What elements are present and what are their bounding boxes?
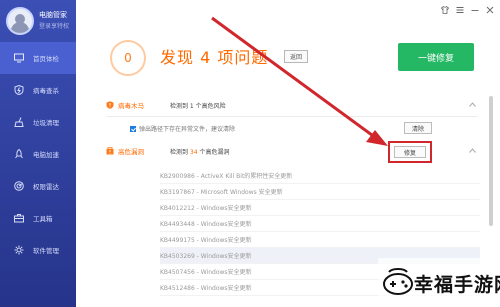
broom-icon [14,117,24,127]
virus-item-checkbox[interactable] [130,125,136,132]
shield-lightning-icon [14,85,24,95]
chevron-up-icon[interactable] [469,102,476,107]
patch-section-desc: 检测到 34 个高危漏洞 [170,147,229,156]
rocket-icon [14,149,24,159]
sidebar-item-checkup[interactable]: 首页体检 [0,42,76,74]
back-button[interactable]: 返回 [284,50,308,63]
gear-icon [14,245,24,255]
divider [106,116,478,117]
gamepad-logo-icon [383,268,413,295]
list-item[interactable]: KB4012212 - Windows安全更新 [160,200,480,216]
scrollbar[interactable] [489,96,493,226]
watermark: 幸福手游网 [378,258,500,307]
clear-button[interactable]: 清除 [404,122,432,134]
sidebar-item-label: 病毒查杀 [33,87,59,95]
list-item[interactable]: KB4493448 - Windows安全更新 [160,216,480,232]
virus-section-desc: 检测到 1 个高危风险 [170,102,226,110]
patch-count: 34 [189,148,198,156]
sidebar-item-label: 权限雷达 [33,183,59,191]
app-window: 电脑管家 登录享特权 首页体检 病毒查杀 垃圾清理 电脑加速 权限雷达 工具箱 … [0,0,500,307]
virus-section-header[interactable]: 病毒木马 检测到 1 个高危风险 [106,97,478,117]
toolbox-icon [14,213,24,223]
sidebar-item-label: 工具箱 [33,215,53,223]
sidebar-item-label: 软件管理 [33,247,59,255]
list-item[interactable]: KB4499175 - Windows安全更新 [160,232,480,248]
avatar[interactable] [6,7,34,35]
score-circle: 0 [110,40,146,76]
list-item[interactable]: KB2900986 - ActiveX Kill Bit的累积性安全更新 [160,168,480,184]
fix-all-button[interactable]: 一键修复 [398,43,474,71]
page-title: 发现 4 项问题 [160,48,269,67]
patch-section-title: 高危漏洞 [118,148,144,156]
virus-item[interactable]: 弹出路径下存在异常文件，建议清除 [130,124,235,133]
sidebar-item-permission-radar[interactable]: 权限雷达 [0,170,76,202]
watermark-text: 幸福手游网 [414,274,500,296]
repair-button[interactable]: 修复 [394,146,426,158]
patch-desc-prefix: 检测到 [170,148,190,156]
radar-icon [14,181,24,191]
user-panel[interactable]: 电脑管家 登录享特权 [6,7,72,37]
sidebar: 电脑管家 登录享特权 首页体检 病毒查杀 垃圾清理 电脑加速 权限雷达 工具箱 … [0,0,76,307]
sidebar-item-label: 垃圾清理 [33,119,59,127]
virus-section: 病毒木马 检测到 1 个高危风险 [106,97,478,117]
sidebar-item-cleanup[interactable]: 垃圾清理 [0,106,76,138]
sidebar-item-toolbox[interactable]: 工具箱 [0,202,76,234]
sidebar-item-label: 首页体检 [33,55,59,63]
monitor-icon [14,53,24,63]
vulnerability-icon [106,147,114,155]
virus-item-text: 弹出路径下存在异常文件，建议清除 [139,126,236,133]
sidebar-item-antivirus[interactable]: 病毒查杀 [0,74,76,106]
shield-warning-icon [106,101,114,109]
chevron-up-icon[interactable] [469,148,476,153]
sidebar-item-label: 电脑加速 [33,151,59,159]
sidebar-item-software[interactable]: 软件管理 [0,234,76,266]
sidebar-nav: 首页体检 病毒查杀 垃圾清理 电脑加速 权限雷达 工具箱 软件管理 [0,42,76,266]
list-item[interactable]: KB3197867 - Microsoft Windows 安全更新 [160,184,480,200]
login-privilege-link[interactable]: 登录享特权 [39,21,69,30]
sidebar-item-speedup[interactable]: 电脑加速 [0,138,76,170]
user-name: 电脑管家 [39,11,67,19]
virus-section-title: 病毒木马 [118,102,144,110]
patch-desc-suffix: 个高危漏洞 [197,148,230,156]
